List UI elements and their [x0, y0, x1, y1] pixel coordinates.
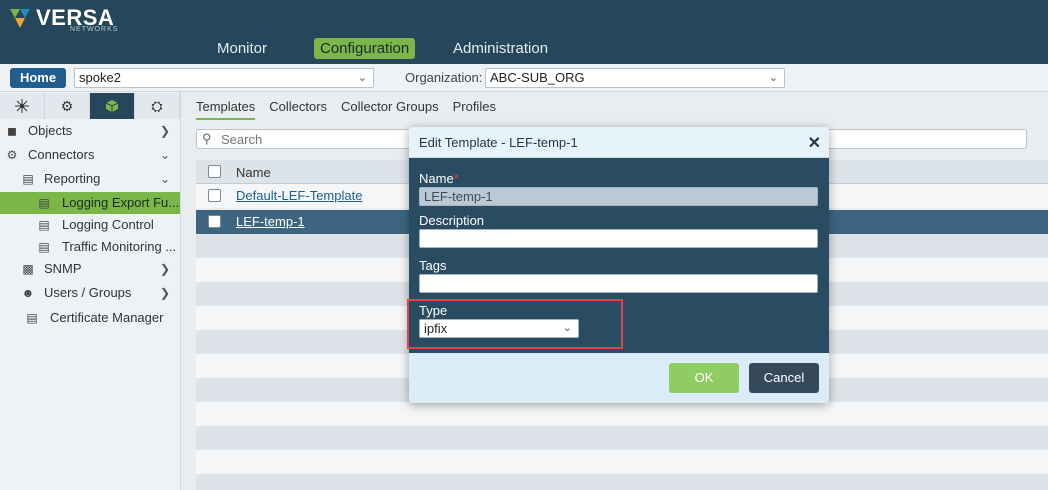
- name-field[interactable]: LEF-temp-1: [419, 187, 818, 206]
- chevron-down-icon: ⌄: [768, 72, 778, 84]
- device-select[interactable]: spoke2 ⌄: [74, 68, 374, 88]
- sidebar-item-reporting[interactable]: ▤ Reporting ⌄: [0, 168, 180, 190]
- sidebar-item-connectors[interactable]: ⚙ Connectors ⌄: [0, 144, 180, 166]
- cube-icon: [105, 100, 119, 112]
- sidebar-item-label: Connectors: [28, 147, 95, 162]
- content-tabs: Templates Collectors Collector Groups Pr…: [196, 98, 510, 120]
- sidebar: ⚙ ⛭ ◼ Objects ❯ ⚙ Connectors ⌄ ▤ Reporti…: [0, 92, 181, 490]
- sidebar-tab-globe[interactable]: ⛭: [135, 93, 180, 119]
- sidebar-item-objects[interactable]: ◼ Objects ❯: [0, 120, 180, 142]
- tab-collector-groups[interactable]: Collector Groups: [341, 98, 439, 120]
- sidebar-item-label: Reporting: [44, 171, 101, 186]
- select-all-checkbox[interactable]: [208, 165, 221, 178]
- empty-row: [196, 426, 1048, 450]
- row-checkbox[interactable]: [208, 189, 221, 202]
- chevron-down-icon: ⌄: [159, 172, 170, 186]
- ok-button[interactable]: OK: [669, 363, 739, 393]
- tab-collectors[interactable]: Collectors: [269, 98, 327, 120]
- template-link[interactable]: LEF-temp-1: [236, 214, 305, 229]
- document-icon: ▤: [38, 240, 50, 254]
- description-field[interactable]: [419, 229, 818, 248]
- nav-configuration[interactable]: Configuration: [314, 38, 416, 59]
- template-link[interactable]: Default-LEF-Template: [236, 188, 362, 203]
- chevron-right-icon: ❯: [159, 286, 170, 300]
- row-checkbox[interactable]: [208, 215, 221, 228]
- sidebar-item-label: Objects: [28, 123, 73, 138]
- document-icon: ▤: [38, 218, 50, 232]
- sidebar-item-certificate-manager[interactable]: ▤ Certificate Manager: [0, 307, 180, 329]
- sidebar-item-label: Users / Groups: [44, 285, 132, 300]
- certificate-icon: ▤: [26, 311, 38, 325]
- brand-sub: NETWORKS: [70, 26, 119, 33]
- column-header-name: Name: [236, 165, 271, 180]
- dialog-header: Edit Template - LEF-temp-1 ✕: [409, 127, 829, 158]
- tags-label: Tags: [419, 258, 447, 273]
- chevron-right-icon: ❯: [159, 124, 170, 138]
- chevron-down-icon: ⌄: [159, 148, 170, 162]
- settings-globe-icon: ⛭: [151, 97, 163, 114]
- edit-template-dialog: Edit Template - LEF-temp-1 ✕ Name* LEF-t…: [409, 127, 829, 403]
- empty-row: [196, 402, 1048, 426]
- organization-select[interactable]: ABC-SUB_ORG ⌄: [485, 68, 785, 88]
- chart-icon: ▤: [22, 172, 34, 186]
- sidebar-tab-network[interactable]: [0, 93, 45, 119]
- top-header: VERSA NETWORKS Monitor Configuration Adm…: [0, 0, 1048, 64]
- close-icon[interactable]: ✕: [808, 133, 821, 153]
- sidebar-item-label: SNMP: [44, 261, 82, 276]
- organization-select-value: ABC-SUB_ORG: [490, 70, 585, 85]
- tab-profiles[interactable]: Profiles: [453, 98, 496, 120]
- sidebar-item-snmp[interactable]: ▩ SNMP ❯: [0, 258, 180, 280]
- sidebar-item-label: Traffic Monitoring ...: [62, 239, 177, 254]
- chevron-down-icon: ⌄: [357, 72, 367, 84]
- cancel-button[interactable]: Cancel: [749, 363, 819, 393]
- dialog-title: Edit Template - LEF-temp-1: [419, 135, 578, 150]
- tags-field[interactable]: [419, 274, 818, 293]
- nav-administration[interactable]: Administration: [447, 38, 554, 59]
- context-bar: Home spoke2 ⌄ Organization: ABC-SUB_ORG …: [0, 64, 1048, 92]
- search-icon: ⚲: [202, 131, 212, 146]
- sidebar-item-users-groups[interactable]: ☻ Users / Groups ❯: [0, 282, 180, 304]
- sidebar-item-logging-export[interactable]: ▤ Logging Export Fu...: [0, 192, 180, 214]
- empty-row: [196, 474, 1048, 490]
- organization-label: Organization:: [405, 70, 483, 85]
- name-label: Name*: [419, 171, 459, 186]
- cube-icon: ◼: [7, 124, 17, 138]
- tab-templates[interactable]: Templates: [196, 98, 256, 120]
- gear-icon: ⚙: [60, 97, 74, 114]
- type-highlight-box: [407, 299, 623, 349]
- network-icon: [15, 99, 29, 113]
- versa-logo-icon: [10, 9, 30, 28]
- sidebar-tab-settings[interactable]: ⚙: [45, 93, 90, 119]
- connectors-icon: ⚙: [6, 148, 18, 162]
- chevron-right-icon: ❯: [159, 262, 170, 276]
- search-placeholder: Search: [221, 132, 263, 147]
- description-label: Description: [419, 213, 485, 228]
- sidebar-item-logging-control[interactable]: ▤ Logging Control: [0, 214, 180, 236]
- main-nav: Monitor Configuration Administration: [0, 38, 1048, 60]
- sidebar-item-traffic-monitoring[interactable]: ▤ Traffic Monitoring ...: [0, 236, 180, 258]
- empty-row: [196, 450, 1048, 474]
- sidebar-item-label: Logging Control: [62, 217, 154, 232]
- device-select-value: spoke2: [79, 70, 121, 85]
- sidebar-item-label: Certificate Manager: [50, 310, 164, 325]
- home-button[interactable]: Home: [10, 68, 66, 88]
- sidebar-item-label: Logging Export Fu...: [62, 195, 180, 210]
- snmp-icon: ▩: [22, 262, 34, 276]
- sidebar-tab-objects[interactable]: [90, 93, 135, 119]
- user-icon: ☻: [21, 286, 35, 300]
- nav-monitor[interactable]: Monitor: [211, 38, 273, 59]
- document-icon: ▤: [38, 196, 50, 210]
- sidebar-tabs: ⚙ ⛭: [0, 93, 180, 119]
